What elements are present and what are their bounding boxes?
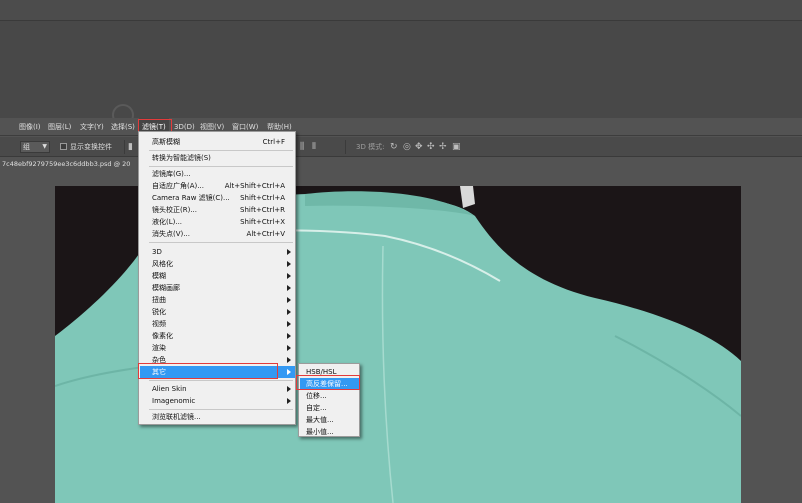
title-strip (0, 0, 802, 20)
submenu-arrow-icon (287, 333, 291, 339)
align-left-icon[interactable]: ▮ (128, 140, 133, 154)
options-divider (345, 140, 346, 154)
3d-scale-icon[interactable]: ▣ (452, 140, 461, 154)
auto-select-dropdown[interactable]: 组 ▼ (20, 141, 50, 153)
filter-item-vanishing-point[interactable]: 消失点(V)... Alt+Ctrl+V (140, 228, 295, 240)
filter-submenu-noise[interactable]: 杂色 (140, 354, 295, 366)
submenu-arrow-icon (287, 273, 291, 279)
filter-submenu-alien-skin[interactable]: Alien Skin (140, 383, 295, 395)
submenu-arrow-icon (287, 398, 291, 404)
filter-submenu-imagenomic[interactable]: Imagenomic (140, 395, 295, 407)
show-transform-label: 显示变换控件 (70, 143, 112, 151)
options-bar: 组 ▼ 显示变换控件 ▮ ⫼ ⦀ 3D 模式: ↻ ◎ ✥ ✣ ✢ ▣ (0, 137, 802, 157)
menu-type[interactable]: 文字(Y) (80, 118, 104, 136)
submenu-arrow-icon (287, 345, 291, 351)
filter-item-lens-correction[interactable]: 镜头校正(R)... Shift+Ctrl+R (140, 204, 295, 216)
filter-item-gallery[interactable]: 滤镜库(G)... (140, 168, 295, 180)
other-item-high-pass[interactable]: 高反差保留... (300, 378, 359, 390)
menu-select[interactable]: 选择(S) (111, 118, 135, 136)
3d-roll-icon[interactable]: ◎ (403, 140, 411, 154)
filter-submenu-render[interactable]: 渲染 (140, 342, 295, 354)
filter-item-camera-raw[interactable]: Camera Raw 滤镜(C)... Shift+Ctrl+A (140, 192, 295, 204)
submenu-arrow-icon (287, 369, 291, 375)
filter-submenu-blur[interactable]: 模糊 (140, 270, 295, 282)
3d-pan-icon[interactable]: ✣ (427, 140, 435, 154)
3d-rotate-icon[interactable]: ↻ (390, 140, 398, 154)
title-strip-divider (0, 20, 802, 21)
filter-item-gaussian-blur[interactable]: 高斯模糊 Ctrl+F (140, 136, 295, 148)
submenu-arrow-icon (287, 297, 291, 303)
chevron-down-icon: ▼ (42, 143, 47, 150)
menu-separator (149, 150, 293, 151)
submenu-arrow-icon (287, 386, 291, 392)
filter-item-liquify[interactable]: 液化(L)... Shift+Ctrl+X (140, 216, 295, 228)
other-item-offset[interactable]: 位移... (300, 390, 359, 402)
submenu-arrow-icon (287, 249, 291, 255)
submenu-arrow-icon (287, 285, 291, 291)
menu-layer[interactable]: 图层(L) (48, 118, 71, 136)
filter-submenu-sharpen[interactable]: 锐化 (140, 306, 295, 318)
document-tab[interactable]: 7c48ebf9279759ee3c6ddbb3.psd @ 20 (0, 157, 150, 171)
options-divider (124, 140, 125, 154)
filter-submenu-blur-gallery[interactable]: 模糊画廊 (140, 282, 295, 294)
filter-submenu-stylize[interactable]: 风格化 (140, 258, 295, 270)
show-transform-checkbox[interactable] (60, 143, 67, 150)
filter-submenu-3d[interactable]: 3D (140, 246, 295, 258)
menu-separator (149, 166, 293, 167)
filter-submenu-pixelate[interactable]: 像素化 (140, 330, 295, 342)
filter-item-browse-online[interactable]: 浏览联机滤镜... (140, 411, 295, 423)
3d-slide-icon[interactable]: ✢ (439, 140, 447, 154)
other-item-minimum[interactable]: 最小值... (300, 426, 359, 438)
distribute-icon[interactable]: ⫼ (300, 140, 304, 154)
filter-submenu-other[interactable]: 其它 (140, 366, 295, 378)
auto-select-value: 组 (23, 143, 30, 151)
submenu-arrow-icon (287, 261, 291, 267)
distribute-horizontal-icon[interactable]: ⦀ (312, 140, 316, 154)
filter-menu-dropdown: 高斯模糊 Ctrl+F 转换为智能滤镜(S) 滤镜库(G)... 自适应广角(A)… (138, 131, 296, 425)
other-item-hsb-hsl[interactable]: HSB/HSL (300, 366, 359, 378)
3d-drag-icon[interactable]: ✥ (415, 140, 423, 154)
3d-mode-label: 3D 模式: (356, 143, 385, 151)
menu-image[interactable]: 图像(I) (19, 118, 41, 136)
other-item-maximum[interactable]: 最大值... (300, 414, 359, 426)
submenu-arrow-icon (287, 309, 291, 315)
document-tab-title: 7c48ebf9279759ee3c6ddbb3.psd @ 20 (2, 160, 131, 168)
submenu-arrow-icon (287, 357, 291, 363)
submenu-arrow-icon (287, 321, 291, 327)
filter-item-convert-smart[interactable]: 转换为智能滤镜(S) (140, 152, 295, 164)
filter-submenu-video[interactable]: 视频 (140, 318, 295, 330)
other-submenu: HSB/HSL 高反差保留... 位移... 自定... 最大值... 最小值.… (298, 363, 360, 437)
menu-separator (149, 380, 293, 381)
filter-item-adaptive-wide-angle[interactable]: 自适应广角(A)... Alt+Shift+Ctrl+A (140, 180, 295, 192)
menu-separator (149, 242, 293, 243)
filter-submenu-distort[interactable]: 扭曲 (140, 294, 295, 306)
other-item-custom[interactable]: 自定... (300, 402, 359, 414)
menu-separator (149, 409, 293, 410)
menu-bar: 图像(I) 图层(L) 文字(Y) 选择(S) 滤镜(T) 3D(D) 视图(V… (0, 118, 802, 136)
